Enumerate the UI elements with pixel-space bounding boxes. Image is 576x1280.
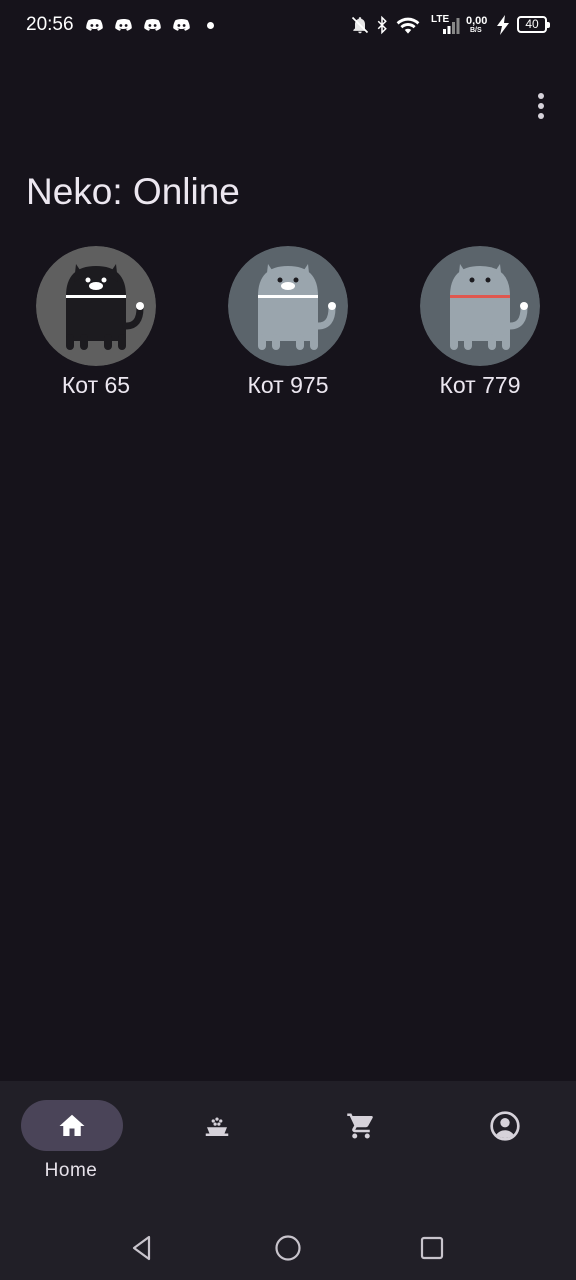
nav-label: Home [44,1160,98,1181]
status-bar: 20:56 LTE 0,00 B/S 40 [0,0,576,52]
cat-avatar [228,246,348,366]
nav-icon-container [454,1100,556,1151]
notification-icons [84,15,192,36]
page-title: Neko: Online [26,171,240,212]
network-speed-unit: B/S [470,27,482,34]
home-icon [59,1114,85,1136]
nav-item-shop[interactable] [305,1100,415,1190]
discord-icon [173,18,190,31]
nav-item-home[interactable]: Home [16,1100,126,1190]
signal-icon [443,18,460,34]
discord-icon [115,18,132,31]
system-navigation-bar [0,1200,576,1280]
notifications-off-icon [351,16,369,34]
nav-active-indicator [21,1100,123,1151]
nav-icon-container [310,1100,412,1151]
cat-card[interactable]: Кот 975 [213,246,363,406]
account-circle-icon [490,1110,520,1141]
back-icon[interactable] [128,1234,156,1262]
recents-icon[interactable] [418,1234,446,1262]
cat-name: Кот 975 [247,372,329,398]
bottom-navigation: Home [0,1081,576,1200]
cat-card[interactable]: Кот 779 [405,246,555,406]
discord-icon [144,18,161,31]
cat-avatar [36,246,156,366]
battery-indicator: 40 [517,16,550,33]
food-bowl-icon [205,1117,229,1136]
discord-icon [86,18,103,31]
more-vert-icon[interactable] [522,86,560,126]
cat-avatar [420,246,540,366]
more-notifications-dot [207,22,214,29]
status-time: 20:56 [26,14,74,35]
neko-home-screen: 20:56 LTE 0,00 B/S 40 Neko: Online Кот 6… [0,0,576,1280]
charging-icon [497,15,509,35]
nav-icon-container [166,1100,268,1151]
home-circle-icon[interactable] [274,1234,302,1262]
cart-icon [347,1113,373,1138]
cat-list: Кот 65 Кот 975 Кот 779 [0,246,576,406]
cat-card[interactable]: Кот 65 [21,246,171,406]
nav-item-profile[interactable] [449,1100,559,1190]
cat-name: Кот 65 [61,372,131,398]
bluetooth-icon [377,15,387,35]
nav-item-food[interactable] [161,1100,271,1190]
wifi-icon [396,17,420,34]
cat-name: Кот 779 [439,372,521,398]
network-speed-value: 0,00 [466,15,488,27]
